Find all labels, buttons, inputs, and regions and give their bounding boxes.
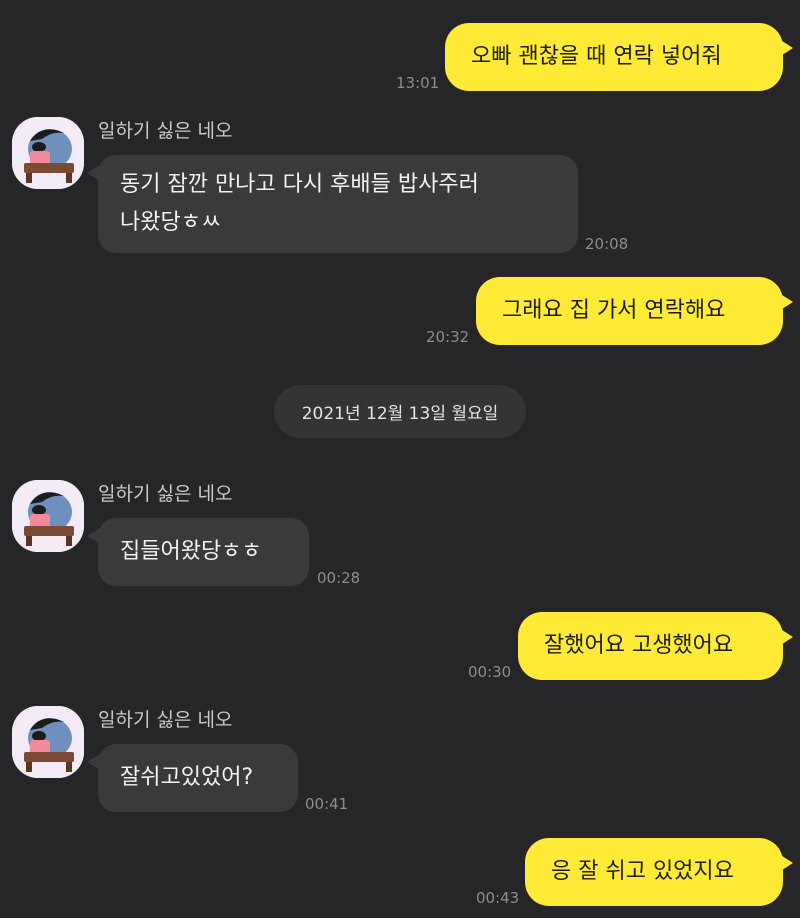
message-bubble-outgoing[interactable]: 그래요 집 가서 연락해요 — [476, 277, 793, 345]
message-bubble-incoming[interactable]: 집들어왔당ㅎㅎ — [87, 518, 309, 586]
message-timestamp: 00:43 — [476, 889, 520, 907]
date-divider: 2021년 12월 13일 월요일 — [274, 385, 526, 438]
sender-avatar[interactable] — [12, 706, 84, 778]
message-timestamp: 00:30 — [468, 663, 512, 681]
sender-name: 일하기 싫은 네오 — [98, 120, 233, 142]
sender-avatar[interactable] — [12, 117, 84, 189]
message-timestamp: 00:41 — [305, 795, 349, 813]
message-timestamp: 13:01 — [396, 74, 440, 92]
message-timestamp: 20:08 — [585, 235, 629, 253]
message-bubble-outgoing[interactable]: 잘했어요 고생했어요 — [518, 612, 793, 680]
message-timestamp: 20:32 — [426, 328, 470, 346]
sender-name: 일하기 싫은 네오 — [98, 709, 233, 731]
neo-character-icon — [12, 117, 84, 189]
sender-name: 일하기 싫은 네오 — [98, 483, 233, 505]
message-bubble-outgoing[interactable]: 응 잘 쉬고 있었지요 — [525, 838, 793, 906]
sender-avatar[interactable] — [12, 480, 84, 552]
message-bubble-outgoing[interactable]: 오빠 괜찮을 때 연락 넣어줘 — [445, 23, 793, 91]
message-timestamp: 00:28 — [317, 569, 361, 587]
message-bubble-incoming[interactable]: 동기 잠깐 만나고 다시 후배들 밥사주러 나왔당ㅎㅆ — [87, 155, 578, 253]
neo-character-icon — [12, 706, 84, 778]
neo-character-icon — [12, 480, 84, 552]
message-bubble-incoming[interactable]: 잘쉬고있었어? — [87, 744, 298, 812]
